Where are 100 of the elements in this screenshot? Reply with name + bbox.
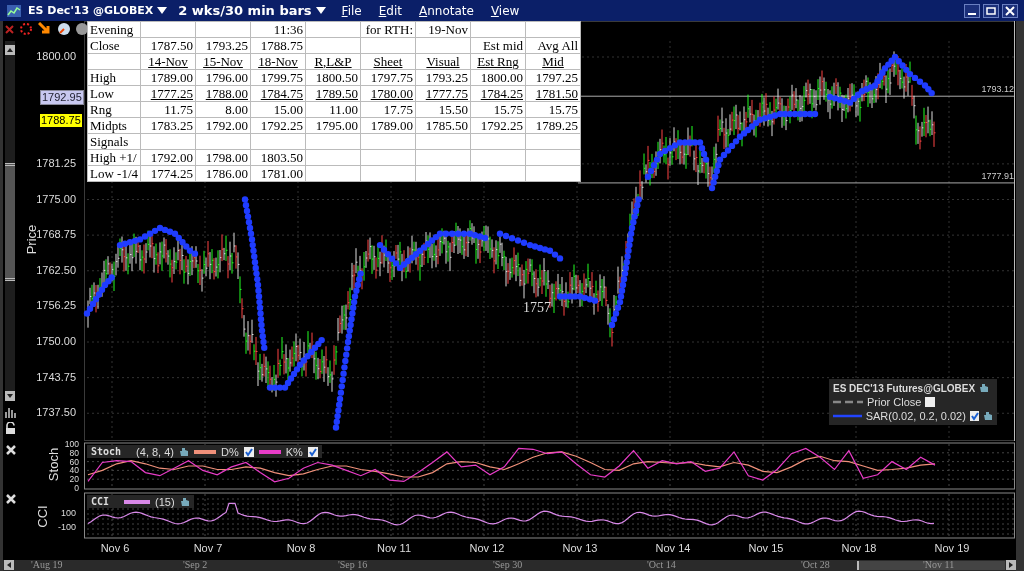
axis-tick-label: 1768.75 (36, 228, 76, 241)
table-cell: Rng (87, 101, 141, 118)
table-cell: Midpts (87, 117, 141, 134)
table-cell: 1792.25 (470, 117, 526, 134)
table-cell: 1789.00 (140, 69, 196, 86)
axis-tick-label: 60 (69, 456, 79, 467)
indicator-name: CCI (91, 496, 110, 507)
axis-tick-label: 1750.00 (36, 335, 76, 347)
timeline-label: 'Sep 30 (493, 559, 523, 570)
table-cell: 1800.00 (470, 69, 526, 86)
table-cell: 19-Nov (415, 21, 471, 38)
axis-tick-label: 40 (69, 465, 79, 476)
table-cell: 1788.75 (250, 37, 306, 54)
table-cell: Visual (415, 53, 471, 70)
date-label: Nov 11 (375, 542, 412, 554)
table-cell: 1781.50 (525, 85, 581, 102)
table-cell: 1780.00 (360, 85, 416, 102)
date-label: Nov 18 (840, 542, 878, 554)
table-cell: Signals (87, 133, 141, 150)
table-cell: Est Rng (470, 53, 526, 70)
table-cell: Mid (525, 53, 581, 70)
table-cell: 1800.50 (305, 69, 361, 86)
price-tag: 1792.95 (40, 90, 84, 106)
menu-item[interactable]: View (490, 3, 520, 18)
table-cell: 1789.50 (305, 85, 361, 102)
table-cell: 1783.25 (140, 117, 196, 134)
timeline-label: 'Aug 19 (31, 559, 63, 570)
table-cell: 15.00 (250, 101, 306, 118)
table-cell: 1784.75 (250, 85, 306, 102)
table-cell: 1777.25 (140, 85, 196, 102)
axis-tick-label: 1762.50 (36, 263, 76, 276)
axis-tick-label: 1800.00 (36, 50, 76, 62)
table-cell: for RTH: (360, 21, 416, 38)
legend-label: D% (221, 445, 239, 458)
table-cell: 1781.00 (250, 165, 306, 182)
timeline-label: 'Sep 2 (183, 559, 208, 570)
table-cell: 1797.75 (360, 69, 416, 86)
table-cell: 17.75 (360, 101, 416, 118)
axis-label: Stoch (46, 447, 62, 482)
timeline-label: 'Sep 16 (338, 559, 368, 570)
table-cell: 1777.75 (415, 85, 471, 102)
price-tag: 1788.75 (40, 114, 82, 128)
legend-label: SAR(0.02, 0.2, 0.02) (865, 410, 966, 422)
table-cell: Avg All (525, 37, 581, 54)
date-label: Nov 15 (747, 542, 785, 554)
table-cell: 15-Nov (195, 53, 251, 70)
table-cell: 1792.00 (195, 117, 251, 134)
table-cell: 1792.25 (250, 117, 306, 134)
axis-tick-label: 1756.25 (36, 299, 76, 312)
axis-tick-label: 20 (69, 474, 79, 485)
legend-label: Prior Close (867, 396, 922, 408)
price-level-label: 1777.91 (981, 170, 1014, 181)
table-cell: 1796.00 (195, 69, 251, 86)
table-cell: 1795.00 (305, 117, 361, 134)
table-cell: High (87, 69, 141, 86)
table-cell: 11.00 (305, 101, 361, 118)
horizontal-scrollbar[interactable]: 'Aug 19 'Sep 2 'Sep 16 'Sep 30 'Oct 14 'Oct 28 'Nov 11 (3, 560, 1016, 571)
axis-tick-label: 1781.25 (36, 156, 76, 169)
table-cell: Close (87, 37, 141, 54)
table-cell: 15.50 (415, 101, 471, 118)
table-cell: Est mid (470, 37, 526, 54)
symbol-dropdown[interactable]: ES Dec'13 @GLOBEX (28, 4, 154, 17)
table-cell: 1797.25 (525, 69, 581, 86)
legend-label: K% (285, 445, 303, 458)
indicator-name: Stoch (91, 446, 122, 457)
date-label: Nov 19 (933, 542, 971, 554)
menu-item[interactable]: Annotate (418, 3, 474, 18)
table-cell: 1787.50 (140, 37, 196, 54)
legend-title: ES DEC'13 Futures@GLOBEX (833, 382, 976, 394)
table-cell: 1789.00 (360, 117, 416, 134)
table-cell: 1792.00 (140, 149, 196, 166)
table-cell: 1789.25 (525, 117, 581, 134)
table-cell: Low -1/4 (87, 165, 141, 182)
axis-tick-label: 1743.75 (36, 370, 76, 383)
axis-tick-label: 100 (64, 439, 79, 449)
table-cell: 11:36 (250, 21, 306, 38)
price-level-label: 1793.12 (981, 84, 1014, 95)
table-cell: 1793.25 (195, 37, 251, 54)
axis-tick-label: -100 (58, 522, 76, 532)
axis-label: CCI (34, 505, 50, 528)
date-label: Nov 12 (468, 542, 506, 554)
table-cell: 1803.50 (250, 149, 306, 166)
table-cell: 18-Nov (250, 53, 306, 70)
date-label: Nov 13 (561, 542, 599, 554)
timeline-label: 'Oct 14 (647, 559, 676, 570)
menu-item[interactable]: File (341, 3, 362, 18)
table-cell: 11.75 (140, 101, 196, 118)
menu-item[interactable]: Edit (378, 3, 402, 18)
timeline-label: 'Oct 28 (801, 559, 830, 570)
table-cell: 14-Nov (140, 53, 196, 70)
table-cell: Low (87, 85, 141, 102)
date-label: Nov 14 (654, 542, 692, 554)
table-cell: Evening (87, 21, 141, 38)
table-cell: 15.75 (470, 101, 526, 118)
table-cell: 1786.00 (195, 165, 251, 182)
axis-tick-label: 80 (69, 447, 79, 458)
table-cell: 1788.00 (195, 85, 251, 102)
timeframe-dropdown[interactable]: 2 wks/30 min bars (178, 3, 312, 18)
indicator-params: (15) (155, 495, 175, 508)
table-cell: Sheet (360, 53, 416, 70)
